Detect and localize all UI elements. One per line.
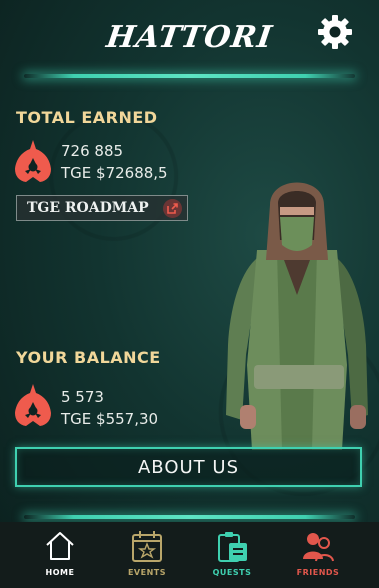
tge-roadmap-button[interactable]: TGE ROADMAP: [16, 195, 188, 221]
nav-home-label: HOME: [45, 568, 75, 577]
total-earned-title: TOTAL EARNED: [16, 108, 158, 127]
external-link-icon: [163, 199, 182, 218]
about-us-button[interactable]: ABOUT US: [15, 447, 362, 487]
total-earned-amount: 726 885: [61, 142, 124, 160]
quests-icon: [218, 532, 247, 562]
header: HATTORI: [0, 0, 379, 80]
shuriken-icon: [15, 140, 51, 182]
nav-home[interactable]: HOME: [13, 522, 107, 588]
nav-friends[interactable]: FRIENDS: [271, 522, 365, 588]
balance-amount: 5 573: [61, 388, 104, 406]
gear-icon[interactable]: [315, 12, 355, 52]
calendar-star-icon: [132, 531, 162, 562]
nav-events[interactable]: EVENTS: [100, 522, 194, 588]
tge-roadmap-label: TGE ROADMAP: [27, 200, 149, 216]
friends-icon: [303, 533, 334, 562]
shuriken-icon: [15, 384, 51, 426]
nav-events-label: EVENTS: [127, 568, 167, 577]
nav-friends-label: FRIENDS: [296, 568, 340, 577]
your-balance-title: YOUR BALANCE: [16, 348, 161, 367]
balance-tge: TGE $557,30: [61, 410, 159, 428]
total-earned-tge: TGE $72688,5: [61, 164, 168, 182]
ninja-character-image: [226, 182, 368, 450]
footer-divider: [24, 515, 355, 519]
bottom-nav: HOME EVENTS QUESTS FRIENDS: [0, 522, 379, 588]
header-divider: [24, 74, 355, 78]
nav-quests-label: QUESTS: [212, 568, 252, 577]
about-us-label: ABOUT US: [137, 456, 239, 478]
home-icon: [46, 532, 74, 560]
nav-quests[interactable]: QUESTS: [185, 522, 279, 588]
